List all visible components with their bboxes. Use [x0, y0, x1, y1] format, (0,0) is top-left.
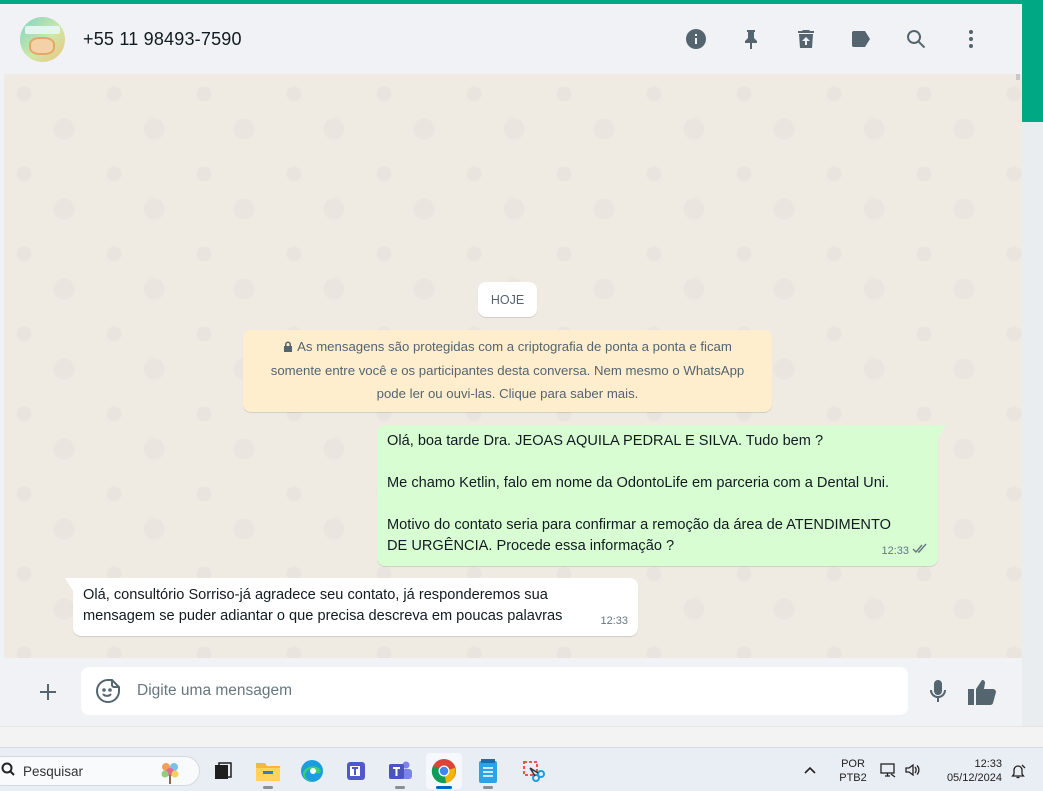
snipping-tool-app[interactable] [515, 753, 551, 789]
delete-icon[interactable] [778, 19, 833, 59]
file-explorer-app[interactable] [250, 753, 286, 789]
thumbs-up-button[interactable] [964, 675, 1000, 709]
windows-taskbar: Pesquisar POR PTB2 12:33 05/12/2024 [0, 747, 1043, 791]
message-meta: 12:33 [600, 611, 628, 632]
info-icon[interactable] [668, 19, 723, 59]
speaker-icon [905, 763, 920, 777]
teams-app[interactable] [382, 753, 418, 789]
bubble-tail [938, 425, 946, 438]
composer-bar [4, 658, 1022, 726]
thumbs-up-icon [968, 680, 996, 706]
teams-icon [389, 761, 412, 779]
voice-message-button[interactable] [922, 676, 954, 708]
message-text: Olá, consultório Sorriso-já agradece seu… [83, 587, 548, 603]
chat-messages-area[interactable]: HOJE As mensagens são protegidas com a c… [4, 74, 1022, 658]
double-check-icon [912, 541, 928, 562]
message-time: 12:33 [881, 545, 909, 557]
incoming-message[interactable]: Olá, consultório Sorriso-já agradece seu… [65, 578, 638, 636]
task-view-app[interactable] [205, 753, 241, 789]
encryption-notice[interactable]: As mensagens são protegidas com a cripto… [243, 330, 772, 412]
display-icon [880, 763, 896, 778]
taskbar-search-label: Pesquisar [23, 763, 84, 779]
search-highlight-icon[interactable] [157, 759, 183, 785]
label-icon[interactable] [833, 19, 888, 59]
snipping-tool-icon [523, 761, 545, 782]
message-text: Motivo do contato seria para confirmar a… [387, 517, 891, 533]
notepad-app[interactable] [470, 753, 506, 789]
chat-scrollbar[interactable] [1014, 74, 1022, 658]
menu-icon[interactable] [943, 19, 998, 59]
chevron-up-icon [804, 766, 816, 774]
taskbar-search[interactable]: Pesquisar [0, 756, 200, 786]
date-divider: HOJE [478, 282, 537, 317]
search-icon [1, 762, 15, 781]
message-time: 12:33 [600, 615, 628, 627]
plus-icon [40, 684, 56, 700]
tray-overflow-button[interactable] [804, 748, 824, 791]
avatar[interactable] [20, 16, 65, 62]
message-input[interactable] [137, 682, 877, 700]
chrome-icon [431, 759, 456, 784]
edge-app[interactable] [294, 753, 330, 789]
window-side-panel [1022, 122, 1043, 747]
encryption-notice-line: As mensagens são protegidas com a cripto… [259, 335, 756, 359]
app-side-accent [1022, 0, 1043, 122]
message-text: Me chamo Ketlin, falo em nome da OdontoL… [387, 475, 890, 491]
clock-time: 12:33 [974, 758, 1002, 770]
message-text: Olá, boa tarde Dra. JEOAS AQUILA PEDRAL … [387, 433, 824, 449]
message-meta: 12:33 [881, 541, 928, 562]
chrome-app[interactable] [426, 753, 462, 789]
teams-work-app[interactable] [338, 753, 374, 789]
mic-icon [929, 680, 947, 702]
system-clock[interactable]: 12:33 05/12/2024 [930, 757, 1002, 785]
avatar-image [29, 36, 55, 55]
notification-bell-icon[interactable] [1010, 763, 1026, 784]
sticker-icon[interactable] [95, 678, 121, 704]
folder-icon [256, 763, 280, 781]
chat-header: +55 11 98493-7590 [4, 4, 1022, 74]
teams-work-icon [347, 762, 365, 780]
tray-icons[interactable] [880, 748, 920, 791]
attach-button[interactable] [28, 672, 68, 712]
message-text: DE URGÊNCIA. Procede essa informação ? [387, 538, 675, 554]
search-icon[interactable] [888, 19, 943, 59]
avatar-band [25, 25, 60, 34]
outgoing-message[interactable]: Olá, boa tarde Dra. JEOAS AQUILA PEDRAL … [377, 425, 946, 566]
encryption-notice-line: somente entre você e os participantes de… [270, 363, 745, 378]
pin-icon[interactable] [723, 19, 778, 59]
lock-icon [283, 336, 293, 359]
task-view-icon [215, 762, 232, 779]
bubble-tail [65, 578, 73, 591]
header-actions [668, 4, 998, 74]
contact-name[interactable]: +55 11 98493-7590 [83, 29, 242, 50]
scrollbar-thumb[interactable] [1016, 74, 1020, 80]
encryption-notice-line: pode ler ou ouvi-las. Clique para saber … [376, 386, 639, 401]
message-input-box[interactable] [81, 667, 908, 715]
window-bottom-edge [0, 726, 1043, 747]
message-text: mensagem se puder adiantar o que precisa… [83, 608, 563, 624]
input-language[interactable]: POR PTB2 [836, 757, 870, 785]
clock-date: 05/12/2024 [946, 772, 1002, 784]
edge-icon [301, 760, 323, 782]
notepad-icon [479, 759, 497, 783]
